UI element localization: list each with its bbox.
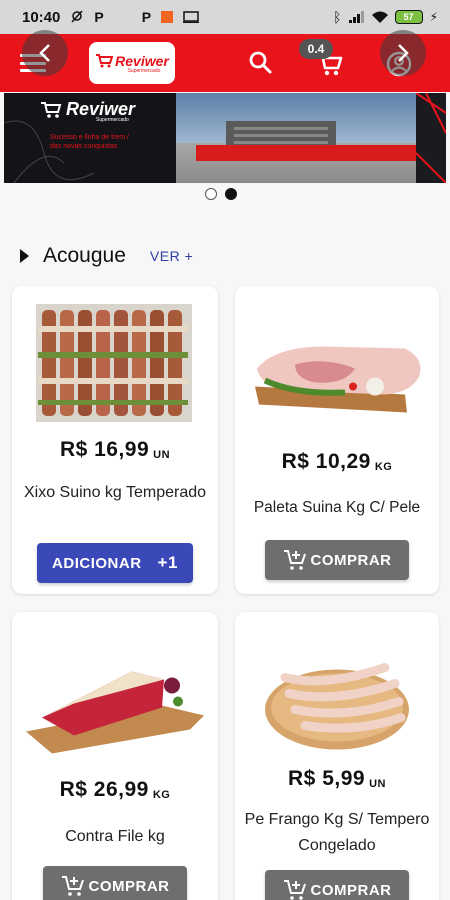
product-price: R$ 5,99 UN bbox=[288, 767, 386, 790]
product-image-skewers bbox=[36, 304, 192, 422]
add-cart-icon bbox=[283, 880, 306, 900]
logo-cart-icon bbox=[96, 53, 114, 67]
product-name: Xixo Suino kg Temperado bbox=[23, 484, 207, 501]
promo-banner[interactable]: Reviwer Supermercado Sucesso e linha de … bbox=[4, 93, 446, 183]
wifi-icon bbox=[371, 11, 388, 23]
product-name: Paleta Suina Kg C/ Pele bbox=[253, 499, 421, 516]
carousel-dots bbox=[205, 188, 237, 200]
caret-right-icon bbox=[20, 249, 29, 263]
product-card[interactable]: R$ 26,99 KG Contra File kg COMPRAR bbox=[12, 612, 218, 900]
buy-button-label: COMPRAR bbox=[310, 551, 392, 569]
product-image-pork-shoulder bbox=[255, 346, 421, 413]
add-cart-icon bbox=[283, 550, 306, 570]
buy-button-label: COMPRAR bbox=[310, 881, 392, 899]
p-icon: P bbox=[141, 9, 152, 25]
battery-icon: 57 bbox=[394, 10, 423, 24]
product-card[interactable]: R$ 16,99 UN Xixo Suino kg Temperado ADICI… bbox=[12, 286, 218, 594]
section-header: Acougue VER + bbox=[20, 240, 440, 272]
banner-prev-button[interactable] bbox=[22, 30, 68, 76]
signal-icon bbox=[348, 11, 365, 23]
banner-corner-art bbox=[415, 93, 446, 183]
product-image-chicken-feet bbox=[265, 663, 409, 750]
banner-tagline: Sucesso e linha de trem / das novas conq… bbox=[50, 134, 129, 150]
buy-button[interactable]: COMPRAR bbox=[43, 866, 187, 900]
price-unit: UN bbox=[369, 778, 386, 790]
see-more-link[interactable]: VER + bbox=[150, 248, 193, 264]
product-image-sirloin bbox=[26, 671, 204, 754]
add-cart-icon bbox=[61, 876, 84, 896]
location-off-icon bbox=[70, 10, 84, 24]
search-icon[interactable] bbox=[248, 50, 274, 76]
price-unit: KG bbox=[152, 789, 171, 801]
banner-cart-icon bbox=[41, 101, 62, 118]
charging-icon: ⚡ bbox=[429, 10, 438, 24]
carousel-dot-1[interactable] bbox=[205, 188, 217, 200]
banner-store-photo bbox=[176, 93, 446, 183]
banner-dark-panel: Reviwer Supermercado Sucesso e linha de … bbox=[4, 93, 184, 183]
logo-name: Reviwer bbox=[115, 52, 169, 69]
chevron-right-icon bbox=[398, 44, 409, 62]
buy-button[interactable]: COMPRAR bbox=[265, 540, 409, 580]
banner-brand-subtitle: Supermercado bbox=[96, 117, 129, 123]
add-button-label: ADICIONAR bbox=[52, 554, 142, 572]
product-name: Pe Frango Kg S/ Tempero Congelado bbox=[244, 811, 430, 854]
add-to-cart-button[interactable]: ADICIONAR +1 bbox=[37, 543, 193, 583]
banner-next-button[interactable] bbox=[380, 30, 426, 76]
bluetooth-icon: ᛒ bbox=[333, 9, 342, 25]
quantity-increment-label: +1 bbox=[157, 553, 178, 572]
carousel-dot-2[interactable] bbox=[225, 188, 237, 200]
cart-count-badge: 0.4 bbox=[299, 39, 333, 59]
status-time: 10:40 bbox=[22, 8, 61, 26]
product-price: R$ 16,99 UN bbox=[59, 438, 171, 461]
product-price: R$ 26,99 KG bbox=[59, 778, 171, 801]
buy-button[interactable]: COMPRAR bbox=[265, 870, 409, 900]
brand-logo[interactable]: Reviwer Supermercado bbox=[89, 42, 175, 84]
section-title: Acougue bbox=[43, 244, 126, 267]
product-card[interactable]: R$ 10,29 KG Paleta Suina Kg C/ Pele COMPR… bbox=[235, 286, 439, 594]
buy-button-label: COMPRAR bbox=[88, 877, 170, 895]
price-unit: UN bbox=[153, 449, 171, 461]
p-icon: P bbox=[94, 9, 104, 25]
status-bar: 10:40 P P ᛒ 57 ⚡ bbox=[0, 0, 450, 34]
price-unit: KG bbox=[374, 461, 393, 473]
logo-subtitle: Supermercado bbox=[127, 67, 161, 74]
product-name: Contra File kg bbox=[65, 828, 165, 845]
chevron-left-icon bbox=[39, 44, 50, 62]
product-price: R$ 10,29 KG bbox=[281, 450, 393, 473]
orange-square-icon bbox=[161, 11, 174, 23]
product-card[interactable]: R$ 5,99 UN Pe Frango Kg S/ Tempero Congel… bbox=[235, 612, 439, 900]
cast-icon bbox=[183, 11, 200, 23]
